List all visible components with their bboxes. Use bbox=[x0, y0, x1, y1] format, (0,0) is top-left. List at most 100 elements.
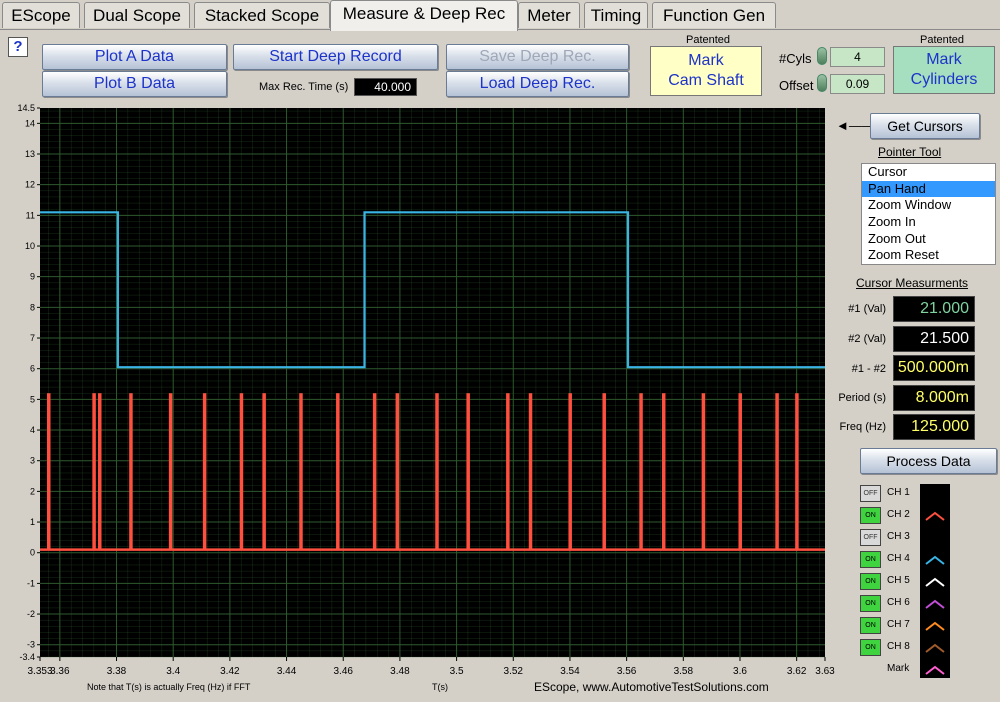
max-rec-time-value[interactable]: 40.000 bbox=[354, 78, 417, 96]
load-deep-rec-button[interactable]: Load Deep Rec. bbox=[446, 71, 629, 97]
y-tick-label: -2 bbox=[27, 609, 35, 619]
series-ch2-pulse bbox=[639, 393, 643, 550]
tab-escope[interactable]: EScope bbox=[2, 2, 80, 28]
pointer-item-cursor[interactable]: Cursor bbox=[862, 164, 995, 181]
x-tick-label: 3.58 bbox=[674, 666, 694, 677]
mark-cam-line1: Mark bbox=[688, 52, 724, 69]
y-tick-label: 14.5 bbox=[17, 103, 35, 113]
legend-swatch bbox=[925, 665, 945, 675]
pointer-tool-list[interactable]: Cursor Pan Hand Zoom Window Zoom In Zoom… bbox=[861, 163, 996, 265]
meas-value-2: 21.500 bbox=[893, 326, 975, 352]
ch7-label: CH 7 bbox=[887, 619, 910, 630]
meas-label-freq: Freq (Hz) bbox=[839, 421, 886, 433]
tab-function-gen[interactable]: Function Gen bbox=[652, 2, 776, 28]
cyls-field[interactable]: 4 bbox=[830, 47, 885, 67]
series-ch2-pulse bbox=[168, 393, 173, 550]
offset-field[interactable]: 0.09 bbox=[830, 74, 885, 94]
y-tick-label: 1 bbox=[30, 517, 35, 527]
cursor-measurements-label: Cursor Measurments bbox=[856, 276, 969, 290]
y-tick-label: 8 bbox=[30, 302, 35, 312]
tab-bar: EScope Dual Scope Stacked Scope Measure … bbox=[0, 0, 1000, 31]
x-tick-label: 3.56 bbox=[617, 666, 637, 677]
ch2-toggle[interactable]: ON bbox=[860, 507, 881, 524]
plot-a-data-button[interactable]: Plot A Data bbox=[42, 44, 227, 70]
pointer-item-zoom-in[interactable]: Zoom In bbox=[862, 214, 995, 231]
pointer-item-zoom-reset[interactable]: Zoom Reset bbox=[862, 247, 995, 264]
save-deep-rec-button[interactable]: Save Deep Rec. bbox=[446, 44, 629, 70]
series-ch2-pulse bbox=[738, 393, 742, 550]
scope-chart[interactable]: -3.4-3-2-10123456789101112131414.5 3.353… bbox=[0, 100, 840, 697]
pointer-item-pan-hand[interactable]: Pan Hand bbox=[862, 180, 995, 198]
y-tick-label: 13 bbox=[25, 149, 35, 159]
meas-label-1: #1 (Val) bbox=[848, 303, 886, 315]
ch7-toggle[interactable]: ON bbox=[860, 617, 881, 634]
ch8-label: CH 8 bbox=[887, 641, 910, 652]
fft-note: Note that T(s) is actually Freq (Hz) if … bbox=[87, 682, 251, 692]
series-ch2-pulse bbox=[506, 393, 510, 550]
tab-stacked-scope[interactable]: Stacked Scope bbox=[194, 2, 330, 28]
help-button[interactable]: ? bbox=[8, 37, 28, 57]
mark-cam-shaft-button[interactable]: Mark Cam Shaft bbox=[650, 46, 762, 96]
series-ch2-pulse bbox=[701, 393, 706, 550]
y-tick-label: 2 bbox=[30, 486, 35, 496]
meas-value-period: 8.000m bbox=[893, 385, 975, 411]
series-ch2-pulse bbox=[795, 393, 799, 550]
offset-label: Offset bbox=[779, 78, 814, 93]
offset-spinner[interactable] bbox=[817, 74, 827, 92]
series-ch2-pulse bbox=[299, 393, 303, 550]
ch1-toggle[interactable]: OFF bbox=[860, 485, 881, 502]
get-cursors-button[interactable]: Get Cursors bbox=[870, 113, 980, 139]
series-ch2-pulse bbox=[395, 393, 400, 550]
cyls-spinner[interactable] bbox=[817, 47, 827, 65]
meas-value-freq: 125.000 bbox=[893, 414, 975, 440]
mark-label: Mark bbox=[887, 663, 910, 674]
x-tick-label: 3.42 bbox=[220, 666, 240, 677]
process-data-button[interactable]: Process Data bbox=[860, 448, 997, 474]
mark-cyl-line1: Mark bbox=[926, 51, 962, 68]
channel-legend bbox=[920, 484, 950, 678]
ch4-toggle[interactable]: ON bbox=[860, 551, 881, 568]
legend-swatches bbox=[925, 489, 945, 675]
plot-background bbox=[40, 108, 825, 657]
ch6-toggle[interactable]: ON bbox=[860, 595, 881, 612]
ch5-toggle[interactable]: ON bbox=[860, 573, 881, 590]
y-tick-label: 3 bbox=[30, 456, 35, 466]
legend-swatch bbox=[925, 533, 945, 543]
tab-meter[interactable]: Meter bbox=[518, 2, 580, 28]
series-ch2-pulse bbox=[98, 393, 102, 550]
mark-cylinders-button[interactable]: Mark Cylinders bbox=[893, 46, 995, 94]
site-credit: EScope, www.AutomotiveTestSolutions.com bbox=[534, 680, 769, 694]
ch6-label: CH 6 bbox=[887, 597, 910, 608]
series-ch2-pulse bbox=[336, 393, 340, 550]
x-tick-label: 3.46 bbox=[333, 666, 353, 677]
patented-label-cam: Patented bbox=[686, 34, 731, 46]
x-tick-label: 3.4 bbox=[166, 666, 180, 677]
cyls-label: #Cyls bbox=[779, 51, 812, 66]
ch3-toggle[interactable]: OFF bbox=[860, 529, 881, 546]
x-tick-label: 3.6 bbox=[733, 666, 747, 677]
tab-timing[interactable]: Timing bbox=[584, 2, 648, 28]
pointer-item-zoom-window[interactable]: Zoom Window bbox=[862, 197, 995, 214]
x-tick-label: 3.63 bbox=[815, 666, 835, 677]
mark-cyl-line2: Cylinders bbox=[910, 71, 978, 88]
mark-cam-line2: Cam Shaft bbox=[668, 72, 744, 89]
series-ch2-pulse bbox=[775, 393, 779, 550]
pointer-item-zoom-out[interactable]: Zoom Out bbox=[862, 231, 995, 248]
y-tick-label: 11 bbox=[26, 210, 35, 220]
tab-dual-scope[interactable]: Dual Scope bbox=[84, 2, 190, 28]
series-ch2-pulse bbox=[239, 393, 244, 550]
x-axis-label: T(s) bbox=[432, 682, 448, 692]
ch8-toggle[interactable]: ON bbox=[860, 639, 881, 656]
y-tick-label: 4 bbox=[30, 425, 35, 435]
pointer-tool-label: Pointer Tool bbox=[878, 145, 942, 159]
start-deep-record-button[interactable]: Start Deep Record bbox=[233, 44, 438, 70]
y-axis-ticks: -3.4-3-2-10123456789101112131414.5 bbox=[17, 103, 40, 662]
legend-swatch bbox=[925, 621, 945, 631]
y-tick-label: -1 bbox=[27, 578, 35, 588]
tab-measure-deep-rec[interactable]: Measure & Deep Rec bbox=[330, 0, 518, 31]
legend-swatch bbox=[925, 555, 945, 565]
x-tick-label: 3.44 bbox=[277, 666, 297, 677]
max-rec-time-label: Max Rec. Time (s) bbox=[259, 81, 349, 93]
y-tick-label: -3.4 bbox=[19, 652, 35, 662]
plot-b-data-button[interactable]: Plot B Data bbox=[42, 71, 227, 97]
